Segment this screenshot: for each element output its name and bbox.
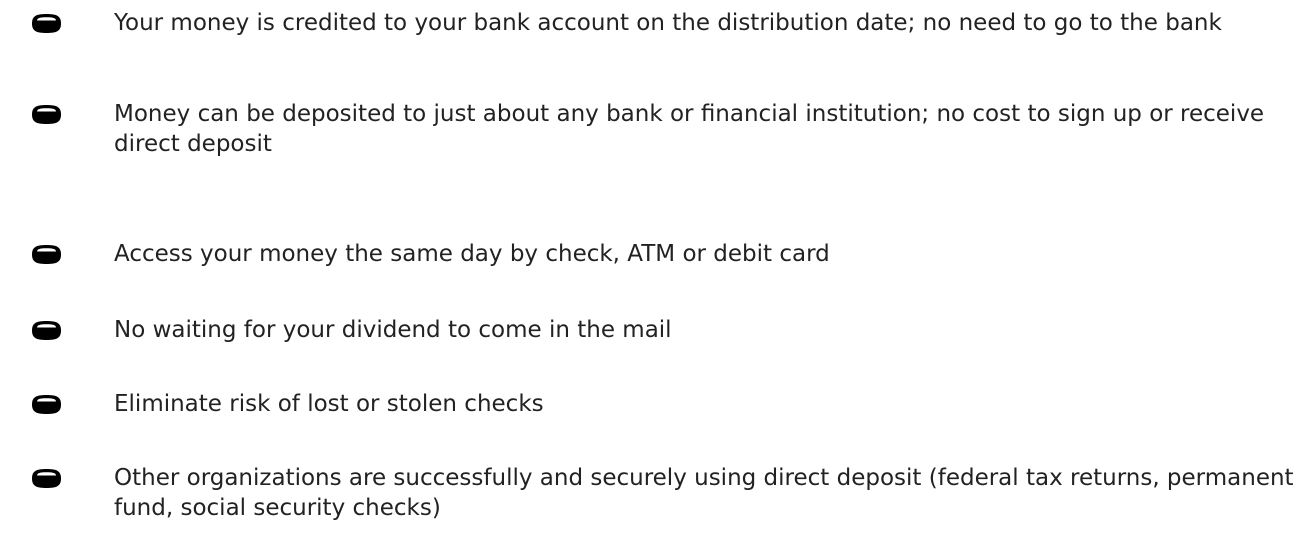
lozenge-bullet-icon (32, 395, 61, 414)
list-item-text: Your money is credited to your bank acco… (114, 10, 1222, 36)
list-item-text: No waiting for your dividend to come in … (114, 317, 672, 343)
list-item-text: Money can be deposited to just about any… (114, 101, 1265, 157)
list-item-text: Eliminate risk of lost or stolen checks (114, 391, 544, 417)
list-item-text: Other organizations are successfully and… (114, 465, 1294, 521)
lozenge-bullet-icon (32, 14, 61, 33)
lozenge-bullet-icon (32, 105, 61, 124)
benefits-list: Your money is credited to your bank acco… (0, 0, 1309, 535)
lozenge-bullet-icon (32, 469, 61, 488)
lozenge-bullet-icon (32, 321, 61, 340)
list-item-text: Access your money the same day by check,… (114, 241, 830, 267)
lozenge-bullet-icon (32, 245, 61, 264)
